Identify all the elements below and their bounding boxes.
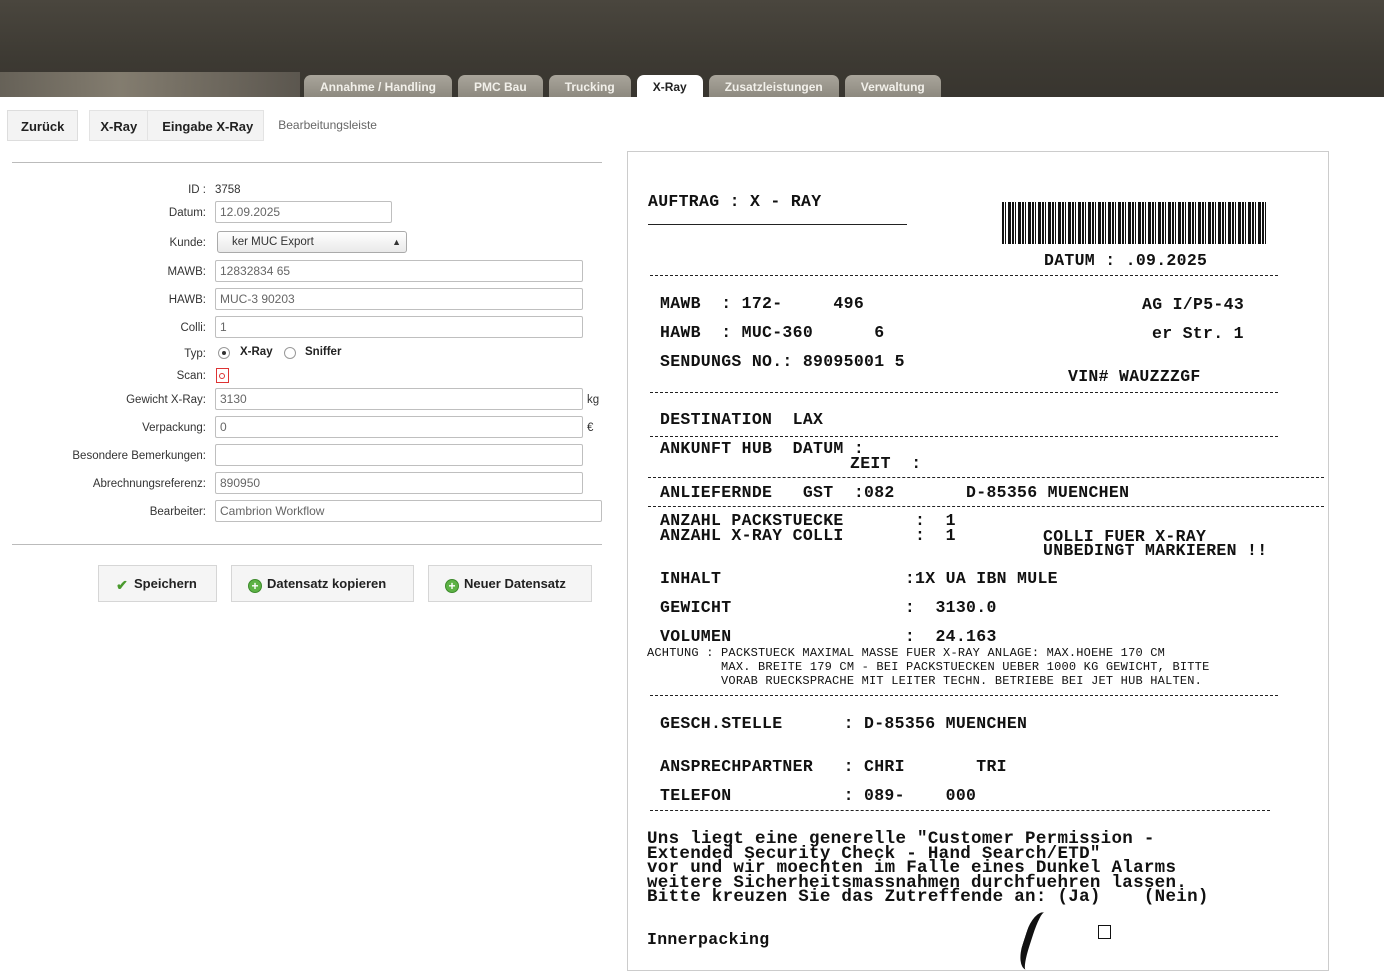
verpackung-unit: €: [587, 422, 594, 434]
form-divider-top: [12, 162, 602, 163]
doc-title: AUFTRAG : X - RAY: [648, 192, 822, 211]
doc-vin: VIN# WAUZZZGF: [1068, 367, 1201, 386]
doc-gewicht: GEWICHT : 3130.0: [660, 598, 997, 617]
doc-separator: [650, 275, 1278, 276]
doc-anliefernde: ANLIEFERNDE GST :082 D-85356 MUENCHEN: [660, 483, 1130, 502]
doc-separator: [650, 392, 1278, 393]
copy-record-button-label: Datensatz kopieren: [267, 576, 387, 591]
doc-inhalt: INHALT :1X UA IBN MULE: [660, 569, 1058, 588]
typ-radio-sniffer[interactable]: [284, 347, 296, 359]
doc-achtung-1: ACHTUNG : PACKSTUECK MAXIMAL MASSE FUER …: [647, 646, 1166, 660]
doc-title-underline: [648, 224, 907, 225]
kunde-select-value: ker MUC Export: [232, 236, 314, 248]
signature-mark: [1015, 909, 1060, 970]
doc-permission-5: Bitte kreuzen Sie das Zutreffende an: (J…: [647, 887, 1209, 907]
tab-verwaltung[interactable]: Verwaltung: [844, 75, 941, 97]
breadcrumb-item-bearbeitungsleiste: Bearbeitungsleiste: [264, 110, 387, 141]
plus-circle-icon: +: [445, 579, 459, 593]
typ-label: Typ:: [184, 348, 206, 360]
doc-street: er Str. 1: [1152, 324, 1244, 343]
kunde-select[interactable]: ker MUC Export ▲: [217, 231, 407, 253]
datum-label: Datum:: [168, 207, 206, 219]
breadcrumb: Zurück X-Ray Eingabe X-Ray Bearbeitungsl…: [7, 110, 387, 141]
typ-option-sniffer-label: Sniffer: [305, 346, 342, 358]
typ-radio-x-ray[interactable]: [218, 347, 230, 359]
doc-ankunft: ANKUNFT HUB DATUM :: [660, 439, 865, 458]
typ-option-x-ray-label: X-Ray: [240, 346, 273, 358]
plus-circle-icon: +: [248, 579, 262, 593]
doc-separator: [648, 506, 1324, 507]
doc-achtung-2: MAX. BREITE 179 CM - BEI PACKSTUECKEN UE…: [647, 660, 1210, 674]
tab-annahme-handling[interactable]: Annahme / Handling: [304, 75, 453, 97]
verpackung-label: Verpackung:: [142, 422, 206, 434]
colli-label: Colli:: [180, 322, 206, 334]
doc-destination: DESTINATION LAX: [660, 410, 824, 429]
select-arrows-icon: ▲: [392, 237, 401, 247]
colli-input[interactable]: 1: [215, 316, 583, 338]
gewicht-unit: kg: [587, 394, 600, 406]
doc-datum: DATUM : .09.2025: [1044, 251, 1208, 270]
doc-company: AG I/P5-43: [1142, 295, 1245, 314]
pdf-icon[interactable]: [216, 368, 229, 383]
gewicht-input[interactable]: 3130: [215, 388, 583, 410]
doc-volumen: VOLUMEN : 24.163: [660, 627, 997, 646]
checkbox-icon: [1098, 925, 1111, 939]
doc-colli-note-2: UNBEDINGT MARKIEREN !!: [1043, 541, 1268, 560]
breadcrumb-item-x-ray[interactable]: X-Ray: [89, 110, 149, 141]
doc-gesch-stelle: GESCH.STELLE : D-85356 MUENCHEN: [660, 714, 1028, 733]
bearbeiter-input[interactable]: Cambrion Workflow: [215, 500, 602, 522]
doc-telefon: TELEFON : 089- 000: [660, 786, 977, 805]
header-decoration: [0, 72, 300, 97]
abrechnung-input[interactable]: 890950: [215, 472, 583, 494]
doc-sendung: SENDUNGS NO.: 89095001 5: [660, 352, 905, 371]
tab-x-ray[interactable]: X-Ray: [636, 75, 703, 97]
verpackung-input[interactable]: 0: [215, 416, 583, 438]
doc-mawb: MAWB : 172- 496: [660, 294, 865, 313]
datum-input[interactable]: 12.09.2025: [215, 201, 392, 223]
barcode: [1002, 202, 1267, 244]
doc-separator: [650, 810, 1270, 811]
mawb-input[interactable]: 12832834 65: [215, 260, 583, 282]
doc-separator: [650, 695, 1278, 696]
mawb-label: MAWB:: [167, 266, 206, 278]
new-record-button[interactable]: + Neuer Datensatz: [428, 565, 592, 602]
doc-ansprechpartner: ANSPRECHPARTNER : CHRI TRI: [660, 757, 1007, 776]
save-button[interactable]: ✔ Speichern: [98, 565, 217, 602]
tab-pmc-bau[interactable]: PMC Bau: [458, 75, 543, 97]
document-preview[interactable]: AUFTRAG : X - RAY DATUM : .09.2025 MAWB …: [627, 151, 1329, 971]
doc-separator: [650, 436, 1278, 437]
gewicht-label: Gewicht X-Ray:: [126, 394, 206, 406]
copy-record-button[interactable]: + Datensatz kopieren: [231, 565, 414, 602]
doc-achtung-3: VORAB RUECKSPRACHE MIT LEITER TECHN. BET…: [647, 674, 1203, 688]
doc-separator: [648, 477, 1324, 478]
bearbeiter-label: Bearbeiter:: [149, 506, 206, 518]
form-divider-bottom: [12, 544, 602, 545]
tab-trucking[interactable]: Trucking: [548, 75, 631, 97]
doc-anzahl-xray: ANZAHL X-RAY COLLI : 1: [660, 526, 956, 545]
main-tabs: Annahme / Handling PMC Bau Trucking X-Ra…: [304, 75, 941, 97]
hawb-label: HAWB:: [168, 294, 206, 306]
new-record-button-label: Neuer Datensatz: [464, 576, 566, 591]
save-button-label: Speichern: [134, 576, 197, 591]
bemerkungen-label: Besondere Bemerkungen:: [72, 450, 206, 462]
doc-innerpacking: Innerpacking: [647, 930, 770, 949]
id-value: 3758: [215, 184, 241, 196]
doc-hawb: HAWB : MUC-360 6: [660, 323, 885, 342]
scan-label: Scan:: [176, 370, 206, 382]
doc-zeit: ZEIT :: [850, 454, 922, 473]
kunde-label: Kunde:: [169, 237, 206, 249]
check-icon: ✔: [116, 577, 128, 593]
abrechnung-label: Abrechnungsreferenz:: [92, 478, 206, 490]
breadcrumb-item-eingabe-x-ray[interactable]: Eingabe X-Ray: [148, 110, 265, 141]
hawb-input[interactable]: MUC-3 90203: [215, 288, 583, 310]
bemerkungen-input[interactable]: [215, 444, 583, 466]
back-button[interactable]: Zurück: [7, 110, 79, 141]
id-label: ID :: [188, 184, 206, 196]
tab-zusatzleistungen[interactable]: Zusatzleistungen: [708, 75, 839, 97]
